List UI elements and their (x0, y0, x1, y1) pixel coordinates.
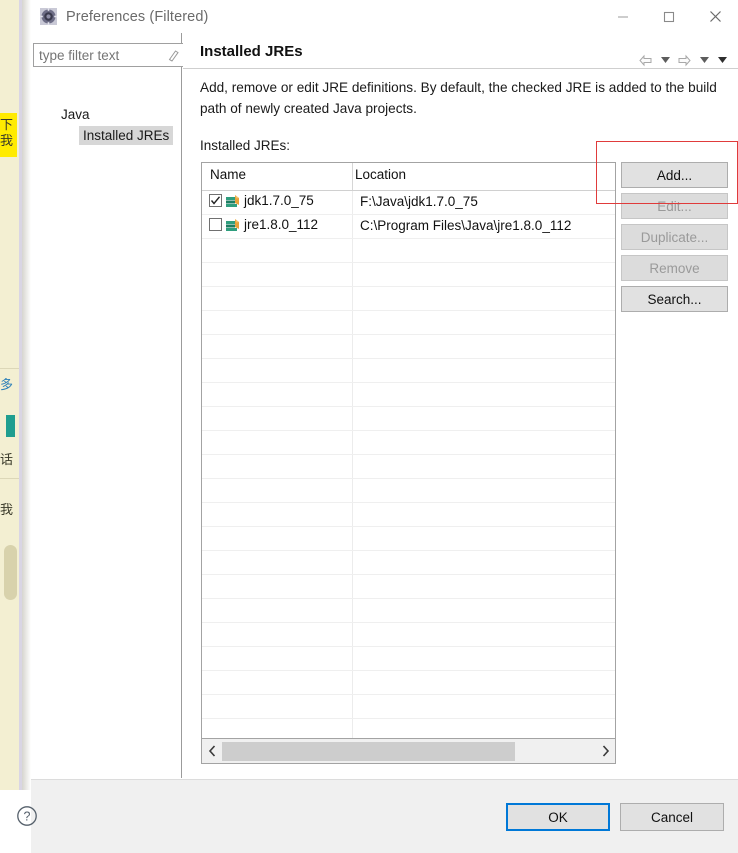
table-row-empty[interactable] (202, 623, 615, 647)
table-row-empty[interactable] (202, 647, 615, 671)
clear-filter-icon[interactable] (163, 45, 183, 65)
table-row[interactable]: jre1.8.0_112 C:\Program Files\Java\jre1.… (202, 215, 615, 239)
table-row-empty[interactable] (202, 263, 615, 287)
table-row-empty[interactable] (202, 407, 615, 431)
cell-name: jdk1.7.0_75 (209, 193, 314, 208)
cell-location: C:\Program Files\Java\jre1.8.0_112 (360, 218, 572, 233)
table-row-empty[interactable] (202, 599, 615, 623)
cell-location: F:\Java\jdk1.7.0_75 (360, 194, 478, 209)
view-menu-chevron-down-icon[interactable] (715, 51, 729, 69)
search-input[interactable] (34, 45, 163, 65)
background-glyph-fragment: 下 (0, 118, 14, 132)
row-checkbox[interactable] (209, 218, 222, 231)
table-row-empty[interactable] (202, 527, 615, 551)
table-row-empty[interactable] (202, 551, 615, 575)
table-horizontal-scrollbar[interactable] (201, 739, 616, 764)
sidebar-item-java[interactable]: Java (57, 105, 94, 124)
filter-box[interactable] (33, 43, 184, 67)
table-row[interactable]: jdk1.7.0_75 F:\Java\jdk1.7.0_75 (202, 191, 615, 215)
table-row-empty[interactable] (202, 671, 615, 695)
table-row-empty[interactable] (202, 359, 615, 383)
svg-text:?: ? (24, 810, 31, 824)
preferences-dialog: Preferences (Filtered) type filter text … (17, 0, 738, 853)
background-glyph-fragment: 我 (0, 134, 14, 148)
page-header: Installed JREs (183, 40, 738, 69)
maximize-button[interactable] (646, 0, 692, 33)
jre-name: jre1.8.0_112 (244, 217, 319, 232)
column-divider[interactable] (352, 163, 353, 190)
preference-page-pane: Installed JREs Add, remove or edit JRE d… (183, 33, 738, 778)
column-header-name[interactable]: Name (210, 167, 246, 182)
scrollbar-thumb[interactable] (222, 741, 515, 761)
back-history-chevron-down-icon[interactable] (658, 51, 672, 69)
jre-icon (225, 218, 241, 232)
table-row-empty[interactable] (202, 335, 615, 359)
chevron-right-icon[interactable] (595, 740, 615, 763)
ok-button[interactable]: OK (506, 803, 610, 831)
background-application-strip: 下 我 多 话 我 (0, 0, 22, 790)
table-body: jdk1.7.0_75 F:\Java\jdk1.7.0_75 jre1.8.0… (202, 191, 615, 738)
background-glyph-fragment: 多 (0, 378, 14, 392)
table-header-row: Name Location (202, 163, 615, 191)
page-title: Installed JREs (200, 43, 303, 60)
forward-arrow-icon[interactable] (676, 51, 693, 69)
edit-button: Edit... (621, 193, 728, 219)
eclipse-preferences-icon (40, 8, 57, 25)
add-button[interactable]: Add... (621, 162, 728, 188)
installed-jres-table[interactable]: Name Location jdk1.7.0_75 F:\Java\jdk1.7… (201, 162, 616, 739)
table-row-empty[interactable] (202, 503, 615, 527)
window-title: Preferences (Filtered) (66, 8, 209, 25)
table-row-empty[interactable] (202, 239, 615, 263)
installed-jres-label: Installed JREs: (200, 138, 291, 153)
table-row-empty[interactable] (202, 455, 615, 479)
table-row-empty[interactable] (202, 311, 615, 335)
page-description: Add, remove or edit JRE definitions. By … (200, 80, 717, 116)
back-arrow-icon[interactable] (637, 51, 654, 69)
sidebar-item-installed-jres[interactable]: Installed JREs (79, 126, 174, 145)
table-row-empty[interactable] (202, 719, 615, 738)
table-row-empty[interactable] (202, 479, 615, 503)
chevron-left-icon[interactable] (202, 740, 222, 763)
jre-icon (225, 194, 241, 208)
search-button[interactable]: Search... (621, 286, 728, 312)
page-navigation-bar (637, 51, 729, 69)
table-row-empty[interactable] (202, 695, 615, 719)
minimize-button[interactable] (600, 0, 646, 33)
table-row-empty[interactable] (202, 383, 615, 407)
empty-rows-area (202, 239, 615, 738)
jre-action-buttons: Add... Edit... Duplicate... Remove Searc… (621, 162, 728, 312)
table-row-empty[interactable] (202, 575, 615, 599)
table-row-empty[interactable] (202, 287, 615, 311)
background-glyph-fragment: 我 (0, 503, 14, 517)
table-row-empty[interactable] (202, 431, 615, 455)
forward-history-chevron-down-icon[interactable] (697, 51, 711, 69)
column-header-location[interactable]: Location (355, 167, 406, 182)
cancel-button[interactable]: Cancel (620, 803, 724, 831)
background-accent-block (6, 415, 15, 437)
title-bar: Preferences (Filtered) (31, 0, 738, 33)
duplicate-button: Duplicate... (621, 224, 728, 250)
help-question-icon[interactable]: ? (16, 805, 38, 827)
scrollbar-track[interactable] (222, 739, 595, 763)
background-glyph-fragment: 话 (0, 453, 14, 467)
background-scrollbar-thumb[interactable] (4, 545, 17, 600)
dialog-drop-shadow (22, 0, 31, 790)
cell-name: jre1.8.0_112 (209, 217, 318, 232)
jre-name: jdk1.7.0_75 (244, 193, 314, 208)
window-controls (600, 0, 738, 33)
remove-button: Remove (621, 255, 728, 281)
close-button[interactable] (692, 0, 738, 33)
preference-tree-pane: Java Installed JREs (31, 33, 184, 778)
row-checkbox[interactable] (209, 194, 222, 207)
